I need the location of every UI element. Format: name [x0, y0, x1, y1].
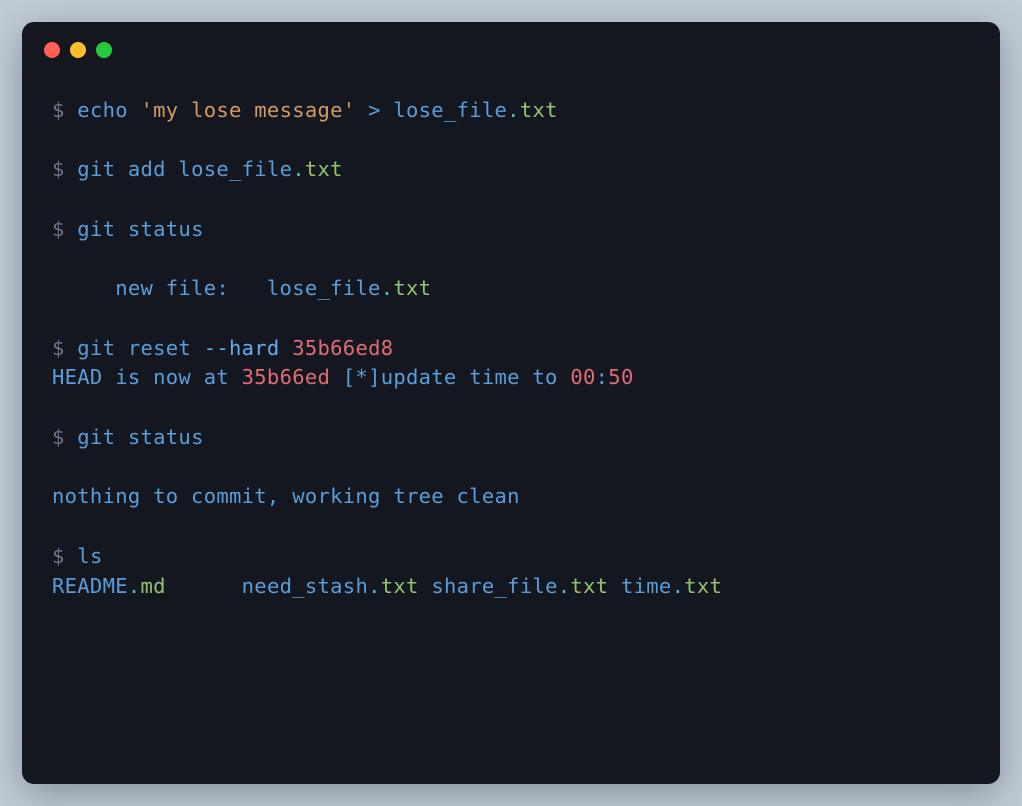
terminal-line: nothing to commit, working tree clean	[52, 482, 970, 512]
file-ext: txt	[684, 574, 722, 598]
number-text: 50	[608, 365, 633, 389]
terminal-line	[52, 126, 970, 156]
dot: .	[558, 574, 571, 598]
terminal-line	[52, 245, 970, 275]
hash-text: 35b66ed	[242, 365, 331, 389]
terminal-line: HEAD is now at 35b66ed [*]update time to…	[52, 363, 970, 393]
output-text: new file: lose_file	[52, 276, 381, 300]
flag-text: --hard	[204, 336, 280, 360]
space	[280, 336, 293, 360]
number-text: 00	[570, 365, 595, 389]
prompt-symbol: $	[52, 98, 65, 122]
file-ext: txt	[381, 574, 419, 598]
window-titlebar	[22, 22, 1000, 66]
prompt-symbol: $	[52, 425, 65, 449]
dot: .	[507, 98, 520, 122]
terminal-line: $ git add lose_file.txt	[52, 155, 970, 185]
file-ext: txt	[305, 157, 343, 181]
terminal-line: $ ls	[52, 542, 970, 572]
output-text: nothing to commit, working tree clean	[52, 484, 520, 508]
prompt-symbol: $	[52, 157, 65, 181]
file-ext: txt	[570, 574, 608, 598]
terminal-line: $ git reset --hard 35b66ed8	[52, 334, 970, 364]
output-text: HEAD is now at	[52, 365, 242, 389]
dot: .	[672, 574, 685, 598]
terminal-line	[52, 304, 970, 334]
command-text: git status	[65, 217, 204, 241]
prompt-symbol: $	[52, 217, 65, 241]
string-literal: 'my lose message'	[141, 98, 356, 122]
colon: :	[596, 365, 609, 389]
terminal-line	[52, 453, 970, 483]
terminal-line: README.md need_stash.txt share_file.txt …	[52, 572, 970, 602]
command-text: ls	[65, 544, 103, 568]
file-ext: md	[141, 574, 166, 598]
terminal-line: $ echo 'my lose message' > lose_file.txt	[52, 96, 970, 126]
dot: .	[368, 574, 381, 598]
terminal-line	[52, 512, 970, 542]
minimize-icon[interactable]	[70, 42, 86, 58]
terminal-line	[52, 185, 970, 215]
output-text: [*]update time to	[330, 365, 570, 389]
terminal-window: $ echo 'my lose message' > lose_file.txt…	[22, 22, 1000, 784]
terminal-line	[52, 393, 970, 423]
prompt-symbol: $	[52, 336, 65, 360]
prompt-symbol: $	[52, 544, 65, 568]
dot: .	[292, 157, 305, 181]
command-text: > lose_file	[355, 98, 507, 122]
command-text: git add lose_file	[65, 157, 293, 181]
file-ext: txt	[393, 276, 431, 300]
file-ext: txt	[520, 98, 558, 122]
maximize-icon[interactable]	[96, 42, 112, 58]
command-text: git status	[65, 425, 204, 449]
terminal-line: new file: lose_file.txt	[52, 274, 970, 304]
filename: need_stash	[166, 574, 368, 598]
close-icon[interactable]	[44, 42, 60, 58]
filename: share_file	[419, 574, 558, 598]
terminal-content[interactable]: $ echo 'my lose message' > lose_file.txt…	[22, 66, 1000, 631]
filename: README	[52, 574, 128, 598]
filename: time	[608, 574, 671, 598]
hash-text: 35b66ed8	[292, 336, 393, 360]
terminal-line: $ git status	[52, 423, 970, 453]
dot: .	[381, 276, 394, 300]
command-text: echo	[65, 98, 141, 122]
command-text: git reset	[65, 336, 204, 360]
dot: .	[128, 574, 141, 598]
terminal-line: $ git status	[52, 215, 970, 245]
